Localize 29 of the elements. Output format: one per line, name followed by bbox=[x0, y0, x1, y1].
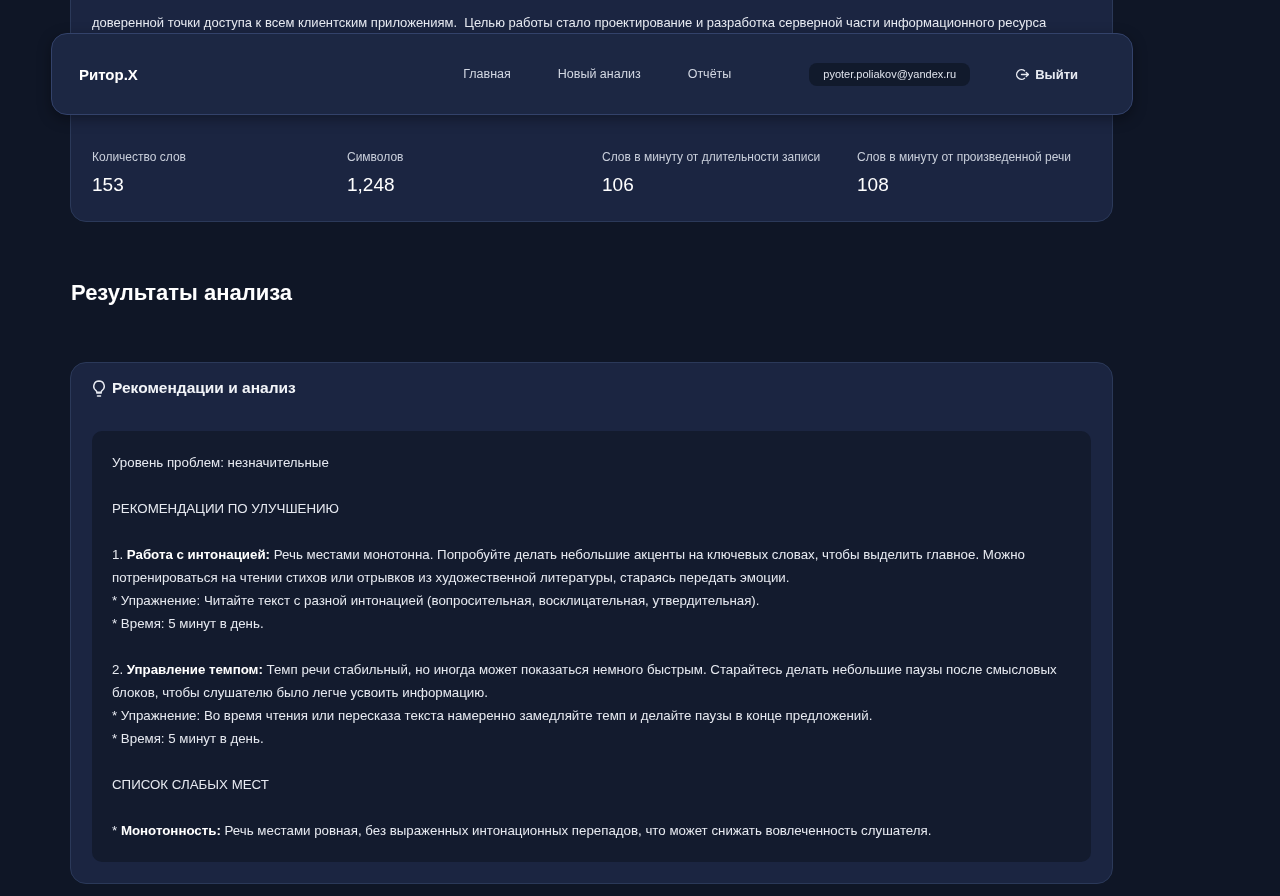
section-title: Результаты анализа bbox=[71, 279, 294, 307]
logout-button[interactable]: Выйти bbox=[1016, 66, 1078, 82]
stat-value: 106 bbox=[602, 173, 635, 197]
nav-link[interactable]: Главная bbox=[463, 67, 511, 81]
stat-label: Слов в минуту от длительности записи bbox=[602, 149, 822, 165]
analysis-text: 2. Управление темпом: Темп речи стабильный, но иногда может показаться немного быстрым. Старайтесь делать небольшие паузы после смысловых блоков, чтобы слушателю было легче усвоить информацию. bbox=[112, 661, 1058, 702]
lightbulb-icon bbox=[93, 379, 105, 397]
logout-icon bbox=[1016, 68, 1030, 80]
analysis-text: * Время: 5 минут в день. bbox=[112, 615, 265, 633]
stat-value: 108 bbox=[857, 173, 890, 197]
analysis-text: * Упражнение: Во время чтения или пересказа текста намеренно замедляйте темп и делайте паузы в конце предложений. bbox=[112, 707, 874, 725]
stat-value: 1,248 bbox=[347, 173, 396, 197]
card-title: Рекомендации и анализ bbox=[112, 378, 296, 398]
user-email: pyoter.poliakov@yandex.ru bbox=[809, 62, 971, 86]
nav-link[interactable]: Отчёты bbox=[687, 67, 732, 81]
stat-label: Количество слов bbox=[92, 149, 187, 165]
stat-label: Слов в минуту от произведенной речи bbox=[857, 149, 1072, 165]
analysis-text: *Монотонность: Речь местами ровная, без выраженных интонационных перепадов, что может снижать вовлеченность слушателя. bbox=[112, 822, 933, 840]
analysis-text: СПИСОК СЛАБЫХ МЕСТ bbox=[112, 776, 270, 794]
analysis-text: * Упражнение: Читайте текст с разной интонацией (вопросительная, восклицательная, утвердительная). bbox=[112, 592, 761, 610]
analysis-text: 1. Работа с интонацией: Речь местами монотонна. Попробуйте делать небольшие акценты на ключевых словах, чтобы выделить главное. Можно потренироваться на чтении стихов или отрывков из художественной литературы, стараясь передать эмоции. bbox=[112, 546, 1026, 587]
description-text: доверенной точки доступа к всем клиентским приложениям. Целью работы стало проектирование и разработка серверной части информационного ресурса bbox=[92, 14, 1048, 32]
analysis-text: РЕКОМЕНДАЦИИ ПО УЛУЧШЕНИЮ bbox=[112, 500, 341, 518]
nav-link[interactable]: Новый анализ bbox=[557, 67, 641, 81]
logo[interactable]: Ритор.X bbox=[79, 65, 138, 83]
analysis-text: Уровень проблем: незначительные bbox=[112, 454, 330, 472]
stat-value: 153 bbox=[92, 173, 125, 197]
analysis-text: * Время: 5 минут в день. bbox=[112, 730, 265, 748]
stat-label: Символов bbox=[347, 149, 405, 165]
